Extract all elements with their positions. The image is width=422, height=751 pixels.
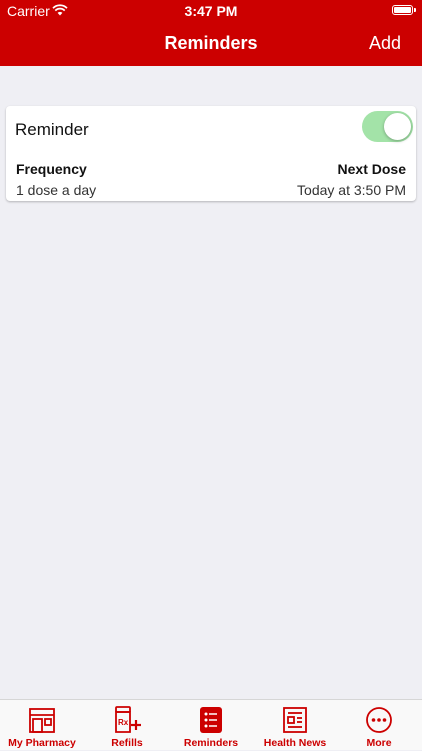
page-title: Reminders xyxy=(164,33,258,53)
tab-bar: My Pharmacy Rx Refills Reminders Health … xyxy=(0,699,422,750)
next-dose-label: Next Dose xyxy=(337,161,406,177)
tab-reminders[interactable]: Reminders xyxy=(169,700,253,751)
more-icon xyxy=(337,706,421,734)
newspaper-icon xyxy=(253,706,337,734)
add-button[interactable]: Add xyxy=(369,33,401,54)
status-time: 3:47 PM xyxy=(184,3,238,19)
status-bar: Carrier 3:47 PM xyxy=(0,0,422,22)
tab-label: More xyxy=(366,737,392,749)
reminder-title: Reminder xyxy=(15,120,89,139)
storefront-icon xyxy=(0,706,84,734)
tab-health-news[interactable]: Health News xyxy=(253,700,337,751)
rx-refill-icon: Rx xyxy=(85,706,169,734)
tab-label: Refills xyxy=(111,737,143,749)
reminder-toggle[interactable] xyxy=(362,111,413,142)
tab-my-pharmacy[interactable]: My Pharmacy xyxy=(0,700,84,751)
battery-icon xyxy=(392,5,416,15)
header: Carrier 3:47 PM Reminders Add xyxy=(0,0,422,66)
svg-text:Rx: Rx xyxy=(118,718,129,727)
reminder-card[interactable]: Reminder Frequency 1 dose a day Next Dos… xyxy=(6,106,416,201)
tab-label: Reminders xyxy=(183,737,239,749)
frequency-label: Frequency xyxy=(16,161,87,177)
tab-more[interactable]: More xyxy=(337,700,421,751)
next-dose-value: Today at 3:50 PM xyxy=(297,182,406,198)
tab-label: Health News xyxy=(263,737,327,749)
tab-label: My Pharmacy xyxy=(8,737,76,749)
checklist-icon xyxy=(169,706,253,734)
frequency-value: 1 dose a day xyxy=(16,182,97,198)
tab-refills[interactable]: Rx Refills xyxy=(85,700,169,751)
